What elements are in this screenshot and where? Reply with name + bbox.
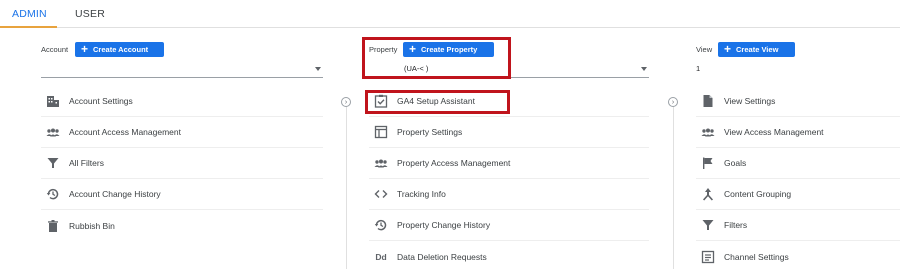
account-access-management-label: Account Access Management [69, 127, 181, 137]
rubbish-bin-label: Rubbish Bin [69, 220, 115, 231]
account-selector[interactable] [41, 62, 323, 78]
channel-settings-item[interactable]: Channel Settings [696, 241, 900, 269]
tab-admin[interactable]: ADMIN [12, 8, 47, 20]
dropdown-caret-icon [315, 67, 321, 71]
channel-icon [701, 250, 715, 264]
grouping-icon [701, 187, 715, 201]
trash-icon [46, 219, 60, 233]
dropdown-caret-icon [641, 67, 647, 71]
dd-icon: Dd [375, 251, 387, 262]
goals-label: Goals [724, 158, 747, 168]
property-access-management-label: Property Access Management [397, 158, 511, 168]
filter-icon [701, 218, 715, 232]
people-icon [701, 125, 715, 139]
view-access-management-label: View Access Management [724, 127, 824, 137]
people-icon [374, 156, 388, 170]
history-icon [374, 218, 388, 232]
column-divider [346, 100, 347, 269]
all-filters-item[interactable]: All Filters [41, 148, 323, 179]
property-settings-item[interactable]: Property Settings [369, 117, 649, 148]
account-settings-label: Account Settings [69, 96, 133, 106]
tab-user[interactable]: USER [75, 8, 105, 20]
filter-icon [46, 156, 60, 170]
window-icon [374, 125, 388, 139]
all-filters-label: All Filters [69, 158, 104, 168]
create-account-button[interactable]: + Create Account [75, 42, 164, 57]
create-view-button[interactable]: + Create View [718, 42, 795, 57]
channel-settings-label: Channel Settings [724, 251, 789, 262]
history-icon [46, 187, 60, 201]
goals-item[interactable]: Goals [696, 148, 900, 179]
tracking-info-label: Tracking Info [397, 189, 446, 199]
column-divider [673, 100, 674, 269]
active-tab-indicator [0, 26, 57, 28]
view-selected-value: 1 [696, 64, 701, 73]
property-settings-label: Property Settings [397, 127, 463, 137]
view-access-management-item[interactable]: View Access Management [696, 117, 900, 148]
rubbish-bin-item[interactable]: Rubbish Bin [41, 210, 323, 241]
data-deletion-requests-item[interactable]: Dd Data Deletion Requests [369, 241, 649, 269]
property-change-history-label: Property Change History [397, 220, 491, 230]
view-selector[interactable]: 1 [696, 62, 900, 78]
highlight-box-ga4-setup [365, 90, 510, 114]
view-settings-label: View Settings [724, 96, 776, 106]
flag-icon [701, 156, 715, 170]
document-icon [701, 94, 715, 108]
highlight-box-create-property [362, 37, 511, 79]
plus-icon: + [724, 42, 732, 56]
create-account-label: Create Account [93, 45, 149, 54]
data-deletion-requests-label: Data Deletion Requests [397, 251, 487, 262]
filters-item[interactable]: Filters [696, 210, 900, 241]
view-settings-item[interactable]: View Settings [696, 86, 900, 117]
content-grouping-item[interactable]: Content Grouping [696, 179, 900, 210]
plus-icon: + [81, 42, 89, 56]
code-icon [374, 187, 388, 201]
view-column-label: View [696, 45, 713, 54]
create-view-label: Create View [736, 45, 779, 54]
building-icon [46, 94, 60, 108]
account-settings-item[interactable]: Account Settings [41, 86, 323, 117]
account-access-management-item[interactable]: Account Access Management [41, 117, 323, 148]
property-access-management-item[interactable]: Property Access Management [369, 148, 649, 179]
property-change-history-item[interactable]: Property Change History [369, 210, 649, 241]
content-grouping-label: Content Grouping [724, 189, 792, 199]
account-column-label: Account [41, 45, 69, 54]
account-change-history-item[interactable]: Account Change History [41, 179, 323, 210]
people-icon [46, 125, 60, 139]
arrow-right-icon: › [341, 97, 351, 107]
arrow-right-icon: › [668, 97, 678, 107]
tracking-info-item[interactable]: Tracking Info [369, 179, 649, 210]
filters-label: Filters [724, 220, 748, 230]
account-change-history-label: Account Change History [69, 189, 161, 199]
admin-tabs: ADMIN USER [0, 0, 900, 28]
